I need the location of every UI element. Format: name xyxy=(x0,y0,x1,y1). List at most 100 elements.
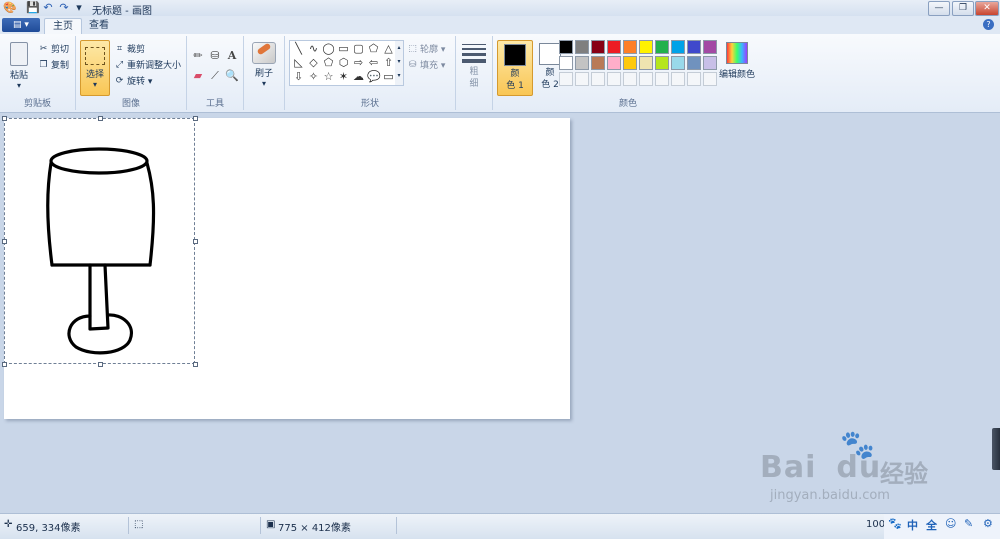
palette-swatch[interactable] xyxy=(623,56,637,70)
palette-swatch[interactable] xyxy=(655,56,669,70)
shape-item[interactable]: ◺ xyxy=(292,56,305,69)
fill-bucket-icon[interactable]: ⛁ xyxy=(207,48,223,64)
close-button[interactable]: ✕ xyxy=(975,1,999,16)
shape-item[interactable]: ╲ xyxy=(292,42,305,55)
palette-swatch[interactable] xyxy=(671,56,685,70)
ime-item[interactable]: 全 xyxy=(926,517,937,533)
shape-item[interactable]: 💬 xyxy=(367,70,381,83)
palette-swatch[interactable] xyxy=(639,56,653,70)
tab-view[interactable]: 查看 xyxy=(84,18,114,34)
edit-colors-button[interactable]: 编辑颜色 xyxy=(717,40,757,94)
selection-handle[interactable] xyxy=(98,116,103,121)
selection-handle[interactable] xyxy=(2,239,7,244)
shape-item[interactable]: ▭ xyxy=(382,70,395,83)
shape-item[interactable]: ▢ xyxy=(352,42,365,55)
palette-swatch[interactable] xyxy=(607,56,621,70)
redo-icon[interactable]: ↷ xyxy=(58,2,70,14)
rotate-button[interactable]: ⟳ 旋转 ▾ xyxy=(114,74,153,87)
shape-item[interactable]: ⇨ xyxy=(352,56,365,69)
shape-item[interactable]: ☆ xyxy=(322,70,335,83)
palette-swatch[interactable] xyxy=(591,40,605,54)
shape-item[interactable]: ✧ xyxy=(307,70,320,83)
palette-swatch-empty[interactable] xyxy=(559,72,573,86)
help-icon[interactable]: ? xyxy=(983,19,994,30)
shapes-scroll[interactable]: ▴ ▾ ▾ xyxy=(395,40,404,86)
palette-swatch[interactable] xyxy=(639,40,653,54)
palette-swatch-empty[interactable] xyxy=(607,72,621,86)
palette-swatch[interactable] xyxy=(575,56,589,70)
shape-item[interactable]: ▭ xyxy=(337,42,350,55)
selection-handle[interactable] xyxy=(193,116,198,121)
shape-item[interactable]: ◯ xyxy=(322,42,335,55)
selection-handle[interactable] xyxy=(2,116,7,121)
fill-button[interactable]: ⛁ 填充 ▾ xyxy=(407,58,446,71)
palette-swatch-empty[interactable] xyxy=(575,72,589,86)
palette-swatch[interactable] xyxy=(591,56,605,70)
text-tool-icon[interactable]: A xyxy=(224,48,240,64)
cut-button[interactable]: ✂ 剪切 xyxy=(38,42,69,55)
side-scroll-tab[interactable] xyxy=(992,428,1000,470)
zoom-level[interactable]: 100 xyxy=(866,519,885,530)
ime-item[interactable]: 🐾 xyxy=(888,517,902,530)
shape-item[interactable]: ∿ xyxy=(307,42,320,55)
palette-swatch[interactable] xyxy=(607,40,621,54)
color1-button[interactable]: 颜 色 1 xyxy=(497,40,533,96)
palette-swatch-empty[interactable] xyxy=(687,72,701,86)
palette-swatch-empty[interactable] xyxy=(703,72,717,86)
selection-handle[interactable] xyxy=(2,362,7,367)
paint-app-icon[interactable]: 🎨 xyxy=(3,2,17,14)
shape-item[interactable]: ⬠ xyxy=(367,42,380,55)
eraser-icon[interactable]: ▰ xyxy=(190,68,206,84)
palette-swatch-empty[interactable] xyxy=(655,72,669,86)
palette-swatch[interactable] xyxy=(703,56,717,70)
selection-rectangle[interactable] xyxy=(4,118,195,364)
shape-item[interactable]: △ xyxy=(382,42,395,55)
palette-swatch[interactable] xyxy=(687,56,701,70)
maximize-button[interactable]: ❐ xyxy=(952,1,974,16)
palette-swatch-empty[interactable] xyxy=(639,72,653,86)
selection-handle[interactable] xyxy=(193,362,198,367)
ime-item[interactable]: ⚙ xyxy=(983,517,993,530)
shape-item[interactable]: ⇦ xyxy=(367,56,380,69)
paste-button[interactable]: 粘贴 ▾ xyxy=(6,40,32,94)
tab-home[interactable]: 主页 xyxy=(44,18,82,35)
shape-item[interactable]: ◇ xyxy=(307,56,320,69)
outline-button[interactable]: ⬚ 轮廓 ▾ xyxy=(407,42,445,55)
shape-item[interactable]: ⬡ xyxy=(337,56,350,69)
brushes-button[interactable]: 刷子 ▾ xyxy=(250,40,278,94)
palette-swatch[interactable] xyxy=(671,40,685,54)
shape-item[interactable]: ⬠ xyxy=(322,56,335,69)
ime-item[interactable]: ☺ xyxy=(945,517,956,530)
palette-swatch-empty[interactable] xyxy=(671,72,685,86)
palette-swatch[interactable] xyxy=(655,40,669,54)
shape-item[interactable]: ⇩ xyxy=(292,70,305,83)
palette-swatch[interactable] xyxy=(559,56,573,70)
palette-swatch-empty[interactable] xyxy=(591,72,605,86)
color-picker-icon[interactable]: ⟋ xyxy=(207,68,223,84)
resize-button[interactable]: ⤢ 重新调整大小 xyxy=(114,58,181,71)
palette-swatch[interactable] xyxy=(623,40,637,54)
magnifier-icon[interactable]: 🔍 xyxy=(224,68,240,84)
shape-item[interactable]: ⇧ xyxy=(382,56,395,69)
copy-button[interactable]: ❐ 复制 xyxy=(38,58,69,71)
palette-swatch[interactable] xyxy=(575,40,589,54)
file-menu-button[interactable]: ▤ ▾ xyxy=(2,18,40,32)
crop-button[interactable]: ⌗ 裁剪 xyxy=(114,42,145,55)
save-icon[interactable]: 💾 xyxy=(26,2,40,14)
minimize-button[interactable]: — xyxy=(928,1,950,16)
pencil-icon[interactable]: ✏ xyxy=(190,48,206,64)
palette-swatch[interactable] xyxy=(703,40,717,54)
size-button[interactable]: 粗 细 xyxy=(460,40,488,94)
select-button[interactable]: 选择 ▾ xyxy=(80,40,110,96)
ime-item[interactable]: 中 xyxy=(907,517,918,533)
shape-item[interactable]: ✶ xyxy=(337,70,350,83)
palette-swatch[interactable] xyxy=(559,40,573,54)
palette-swatch-empty[interactable] xyxy=(623,72,637,86)
selection-handle[interactable] xyxy=(193,239,198,244)
selection-handle[interactable] xyxy=(98,362,103,367)
undo-icon[interactable]: ↶ xyxy=(42,2,54,14)
shape-item[interactable]: ☁ xyxy=(352,70,365,83)
palette-swatch[interactable] xyxy=(687,40,701,54)
ime-item[interactable]: ✎ xyxy=(964,517,973,530)
quick-access-dropdown-icon[interactable]: ▾ xyxy=(73,2,85,14)
